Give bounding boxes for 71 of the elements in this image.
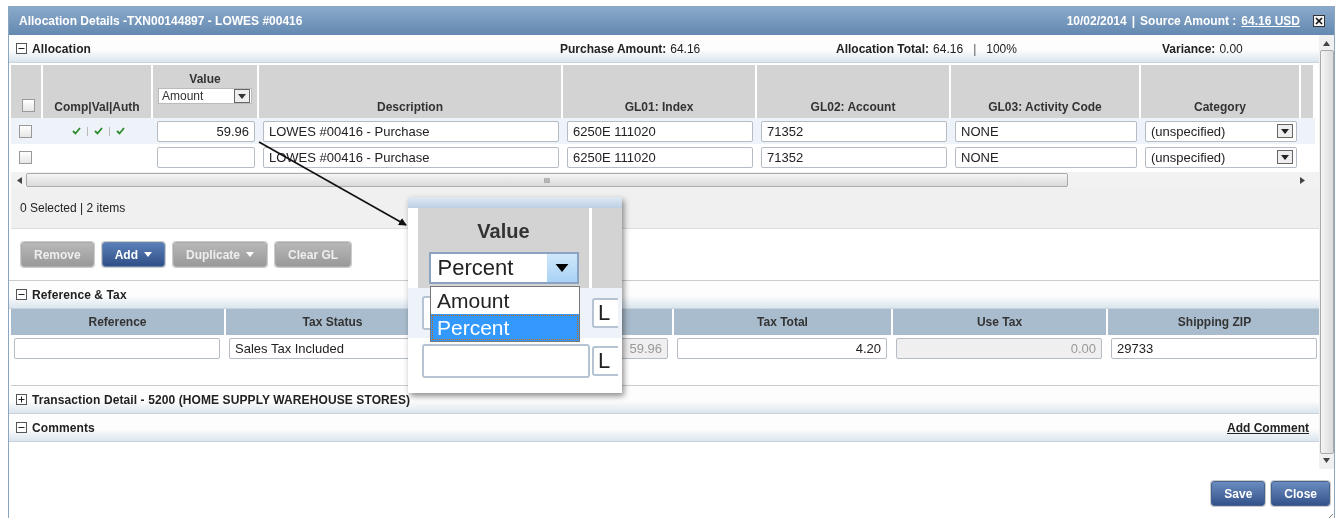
tax-field[interactable]: 4.20	[677, 338, 887, 359]
purchase-amount-label: Purchase Amount:	[560, 41, 667, 56]
description-field[interactable]: LOWES #00416 - Purchase	[263, 120, 559, 142]
collapse-icon[interactable]	[16, 43, 27, 54]
description-field[interactable]: L	[592, 345, 618, 376]
scroll-up-icon[interactable]	[1323, 41, 1330, 46]
allocation-total-value: 64.16	[933, 41, 964, 56]
column-header: GL01: Index	[563, 65, 757, 118]
source-amount-label: Source Amount :	[1140, 14, 1237, 28]
vertical-scrollbar[interactable]	[1319, 35, 1334, 469]
column-header: Value	[189, 72, 221, 86]
section-title: Comments	[32, 420, 95, 435]
category-select[interactable]: (unspecified)	[1145, 120, 1297, 142]
allocation-percent: 100%	[986, 41, 1017, 56]
separator-text: |	[973, 41, 977, 56]
collapse-icon[interactable]	[16, 422, 27, 433]
header-cell	[1301, 65, 1315, 118]
selection-summary: 0 Selected | 2 items	[20, 201, 126, 215]
scroll-left-icon[interactable]	[17, 176, 22, 184]
dialog-button[interactable]: Save	[1211, 481, 1266, 506]
column-header: Description	[259, 65, 563, 118]
expand-icon[interactable]	[16, 394, 27, 405]
tax-field[interactable]	[14, 338, 220, 359]
caret-icon	[1281, 154, 1289, 160]
collapse-icon[interactable]	[16, 289, 27, 300]
column-header: Reference	[11, 309, 226, 335]
date-text: 10/02/2014	[1066, 14, 1127, 28]
description-field[interactable]: L	[592, 298, 618, 328]
gl-field[interactable]: NONE	[955, 146, 1137, 168]
scroll-down-icon[interactable]	[1323, 458, 1330, 463]
section-title: Reference & Tax	[32, 287, 127, 302]
purchase-amount-value: 64.16	[670, 41, 701, 56]
window-title: Allocation Details -TXN00144897 - LOWES #00416	[19, 14, 303, 28]
value-field[interactable]	[422, 343, 590, 378]
value-field[interactable]: 59.96	[157, 120, 255, 142]
caret-icon	[238, 93, 246, 99]
section-title: Transaction Detail - 5200 (HOME SUPPLY WAREHOUSE STORES)	[32, 392, 411, 407]
separator-text: |	[1131, 14, 1136, 28]
column-header: GL02: Account	[757, 65, 951, 118]
section-title: Allocation	[32, 41, 92, 56]
caret-icon	[554, 264, 569, 272]
add-comment-link[interactable]: Add Comment	[1227, 420, 1309, 435]
column-header: Tax Total	[674, 309, 893, 335]
select-all-checkbox[interactable]	[21, 99, 35, 112]
allocation-total-label: Allocation Total:	[836, 41, 930, 56]
column-header: Category	[1141, 65, 1301, 118]
variance-label: Variance:	[1162, 41, 1216, 56]
gl-field[interactable]: 71352	[761, 146, 947, 168]
column-header: Value	[477, 220, 530, 243]
caret-icon	[246, 252, 255, 257]
category-select[interactable]: (unspecified)	[1145, 146, 1297, 168]
variance-value: 0.00	[1219, 41, 1243, 56]
caret-icon	[144, 252, 152, 257]
close-icon[interactable]	[1313, 15, 1325, 27]
value-type-select[interactable]: Amount	[158, 88, 252, 104]
tax-field[interactable]: 29733	[1111, 338, 1317, 359]
scroll-right-icon[interactable]	[1300, 176, 1305, 184]
gl-field[interactable]: 71352	[761, 120, 947, 142]
value-field[interactable]	[157, 146, 255, 168]
caret-icon	[1281, 128, 1289, 134]
column-header: Comp|Val|Auth	[43, 65, 153, 118]
column-header: GL03: Activity Code	[951, 65, 1141, 118]
gl-field[interactable]: 6250E 111020	[567, 120, 753, 142]
dialog-button[interactable]: Close	[1271, 481, 1330, 506]
column-header: Use Tax	[893, 309, 1108, 335]
gl-field[interactable]: 6250E 111020	[567, 146, 753, 168]
value-type-select[interactable]: Percent	[428, 252, 579, 284]
gl-field[interactable]: NONE	[955, 120, 1137, 142]
row-checkbox[interactable]	[19, 124, 32, 138]
action-button[interactable]: Add	[101, 242, 165, 267]
row-checkbox[interactable]	[19, 150, 32, 164]
